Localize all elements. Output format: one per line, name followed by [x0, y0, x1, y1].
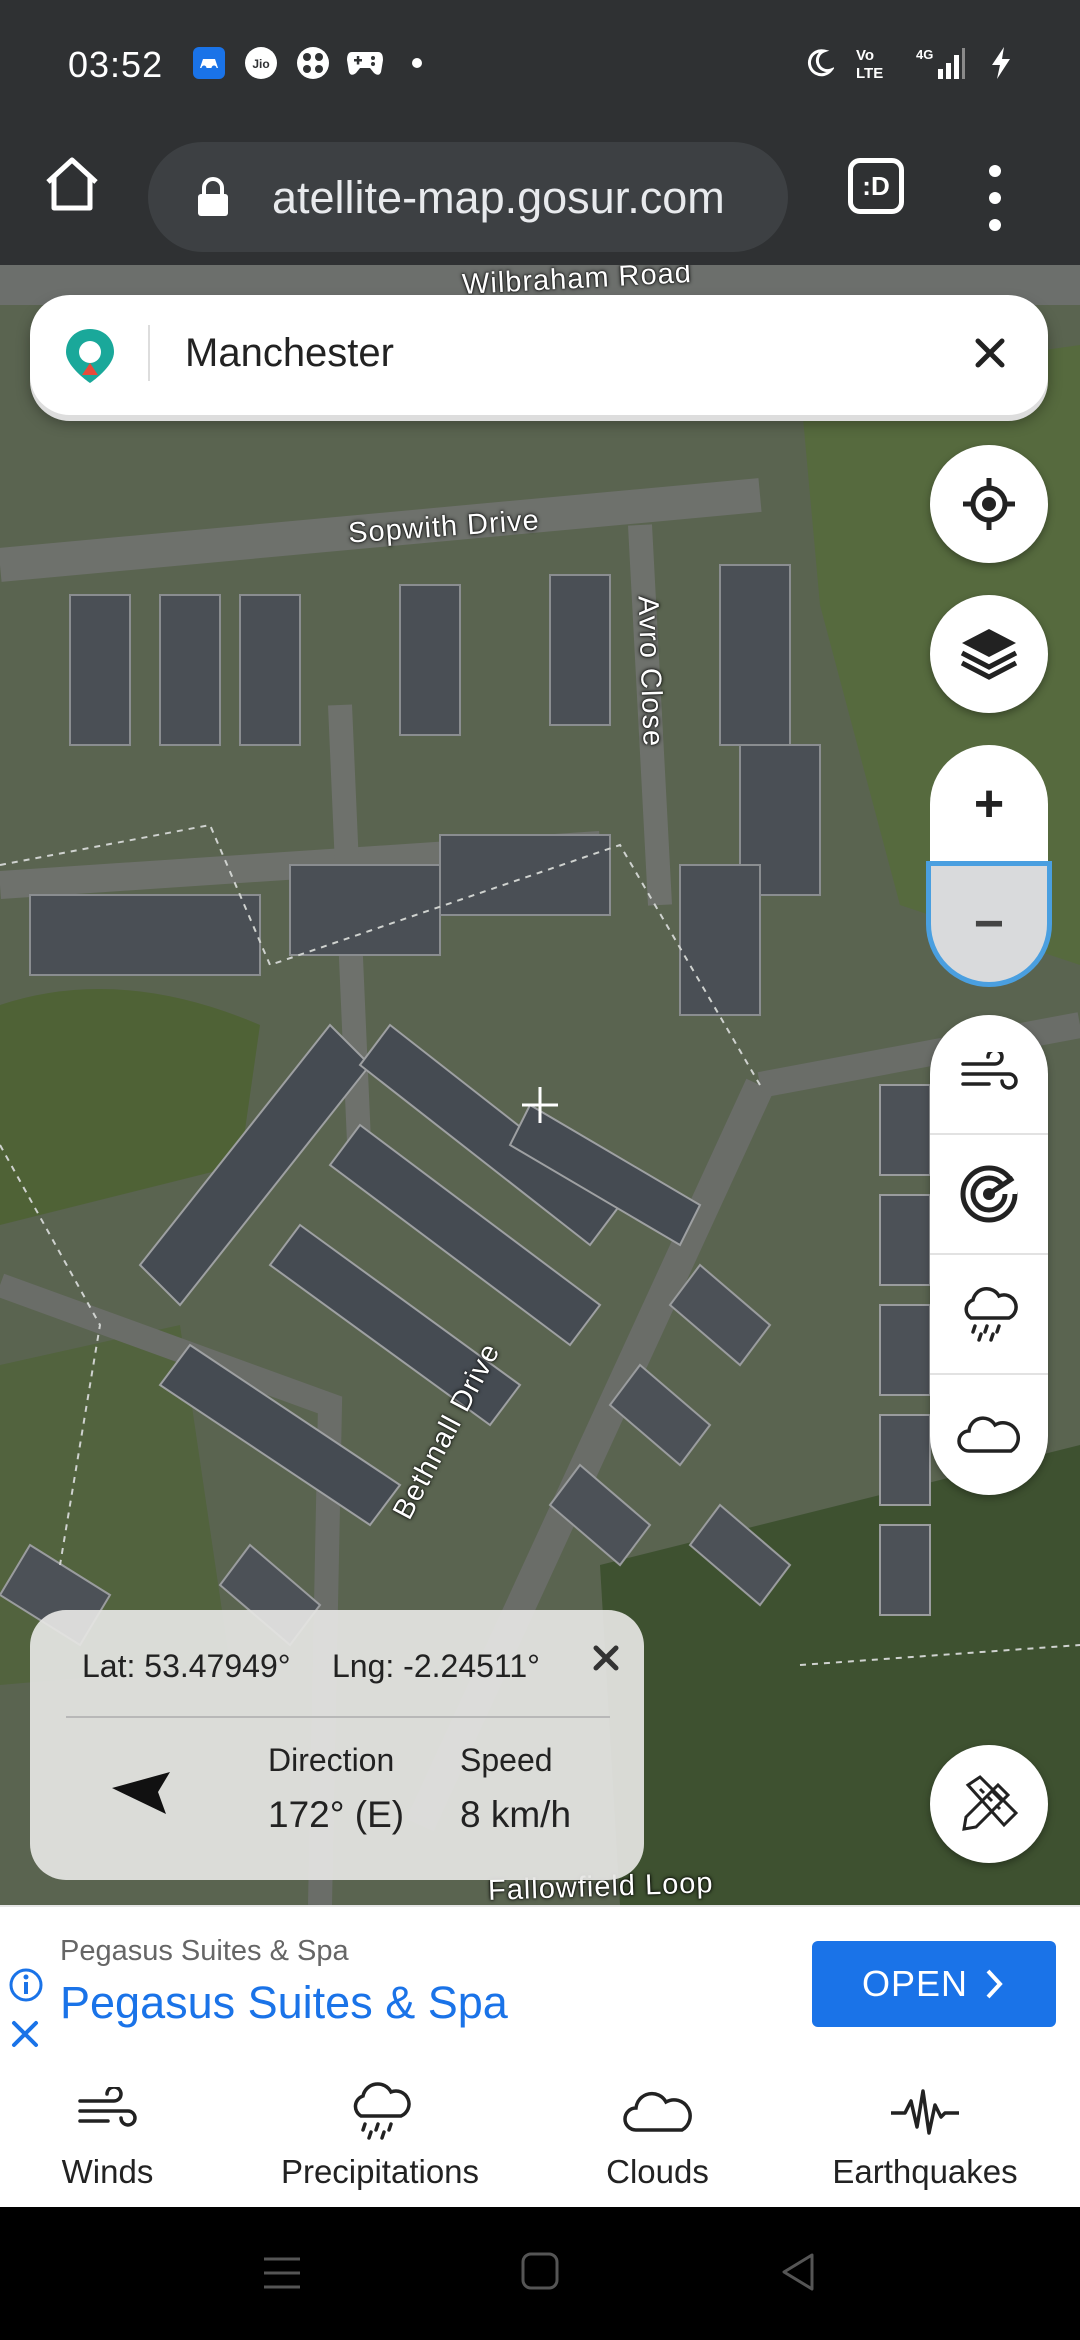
back-triangle-icon [782, 2253, 814, 2291]
status-time: 03:52 [68, 44, 164, 85]
menu-dot-icon [989, 191, 1001, 204]
nav-label-clouds: Clouds [606, 2153, 709, 2190]
charging-icon [982, 44, 1020, 82]
ad-title[interactable]: Pegasus Suites & Spa [60, 1977, 508, 2029]
clear-search-button[interactable] [962, 325, 1018, 381]
zoom-out-button[interactable]: − [926, 861, 1052, 987]
home-square-icon [521, 2252, 559, 2290]
clouds-layer-button[interactable] [930, 1375, 1048, 1495]
info-divider [66, 1716, 610, 1718]
wind-info-card: Lat: 53.47949° Lng: -2.24511° Direction … [30, 1610, 644, 1880]
nav-item-clouds[interactable]: Clouds [590, 2057, 725, 2207]
wind-direction-arrow-icon [108, 1750, 188, 1830]
layers-icon [960, 629, 1018, 680]
jio-icon: Jio [242, 44, 280, 82]
svg-text:Jio: Jio [252, 57, 269, 71]
svg-text:4G: 4G [916, 47, 933, 62]
nav-label-winds: Winds [61, 2153, 154, 2190]
app-icon [294, 44, 332, 82]
locate-me-button[interactable] [930, 445, 1048, 563]
map-pin-logo-icon [60, 325, 120, 385]
zoom-in-button[interactable]: + [930, 745, 1048, 863]
nav-label-earthquakes: Earthquakes [832, 2153, 1018, 2190]
tab-switcher-button[interactable]: :D [848, 158, 904, 214]
svg-text:LTE: LTE [856, 65, 883, 81]
ad-close-icon[interactable] [8, 2017, 42, 2051]
status-bar: 03:52 Jio Vo LTE 4G [0, 0, 1080, 130]
ad-banner[interactable]: Pegasus Suites & Spa Pegasus Suites & Sp… [0, 1905, 1080, 2057]
status-system-icons: Vo LTE 4G [800, 44, 1020, 82]
nav-label-precipitations: Precipitations [280, 2153, 480, 2190]
nav-item-precipitations[interactable]: Precipitations [270, 2057, 490, 2207]
home-icon [46, 157, 98, 211]
ad-open-label: OPEN [861, 1963, 969, 2004]
radar-icon [960, 1165, 1018, 1223]
zoom-controls: + − [926, 745, 1052, 987]
wind-layer-button[interactable] [930, 1015, 1048, 1135]
longitude-value: Lng: -2.24511° [332, 1648, 540, 1684]
close-info-card-button[interactable] [588, 1640, 624, 1676]
rain-cloud-icon [345, 2077, 415, 2147]
status-notification-icons: Jio [190, 44, 436, 82]
radar-layer-button[interactable] [930, 1135, 1048, 1255]
cloud-icon [957, 1416, 1021, 1453]
speed-value: 8 km/h [460, 1794, 572, 1835]
back-button[interactable] [778, 2251, 818, 2298]
browser-toolbar: atellite-map.gosur.com :D [0, 130, 1080, 265]
home-button[interactable] [40, 152, 104, 216]
target-icon [963, 478, 1015, 530]
street-label-avro: Avro Close [631, 595, 669, 748]
search-divider [148, 325, 150, 381]
close-icon [975, 338, 1005, 368]
direction-label: Direction [268, 1742, 395, 1778]
minus-icon: − [973, 895, 1005, 953]
chevron-right-icon [986, 1969, 1003, 1999]
plus-icon: + [973, 775, 1005, 833]
nav-item-winds[interactable]: Winds [40, 2057, 175, 2207]
wind-icon [961, 1052, 1018, 1090]
recents-button[interactable] [262, 2255, 302, 2296]
android-auto-icon [190, 44, 228, 82]
location-search-box [30, 295, 1048, 415]
dot-icon [398, 44, 436, 82]
bottom-navigation: Winds Precipitations Clouds Earthquakes [0, 2057, 1080, 2207]
overflow-menu-button[interactable] [975, 158, 1015, 238]
cloud-icon [622, 2077, 694, 2147]
pencil-ruler-icon [962, 1775, 1019, 1831]
home-nav-button[interactable] [520, 2251, 560, 2296]
dnd-moon-icon [800, 44, 838, 82]
ad-open-button[interactable]: OPEN [812, 1941, 1056, 2027]
map-crosshair-icon [520, 1085, 560, 1125]
search-input[interactable] [185, 321, 945, 385]
latitude-value: Lat: 53.47949° [82, 1648, 291, 1684]
close-icon [593, 1645, 619, 1671]
gamepad-icon [346, 44, 384, 82]
volte-icon: Vo LTE [854, 44, 900, 82]
recents-icon [264, 2257, 300, 2289]
ad-subtitle: Pegasus Suites & Spa [60, 1935, 349, 1967]
direction-value: 172° (E) [268, 1794, 405, 1835]
satellite-map[interactable]: Wilbraham Road Sopwith Drive Avro Close … [0, 265, 1080, 1905]
menu-dot-icon [989, 165, 1001, 178]
wind-icon [76, 2077, 140, 2147]
rain-cloud-icon [964, 1287, 1018, 1342]
svg-text:Vo: Vo [856, 47, 874, 64]
address-bar[interactable]: atellite-map.gosur.com [148, 142, 788, 252]
url-text: atellite-map.gosur.com [272, 172, 725, 223]
weather-layer-toggles [930, 1015, 1048, 1495]
measure-tool-button[interactable] [930, 1745, 1048, 1863]
system-navigation-bar [0, 2207, 1080, 2340]
4g-signal-icon: 4G [916, 44, 966, 82]
map-layers-button[interactable] [930, 595, 1048, 713]
precipitation-layer-button[interactable] [930, 1255, 1048, 1375]
lock-icon [196, 176, 230, 223]
nav-item-earthquakes[interactable]: Earthquakes [825, 2057, 1025, 2207]
speed-label: Speed [460, 1742, 553, 1778]
ad-info-icon[interactable] [8, 1967, 44, 2003]
menu-dot-icon [989, 218, 1001, 231]
seismograph-icon [889, 2077, 961, 2147]
